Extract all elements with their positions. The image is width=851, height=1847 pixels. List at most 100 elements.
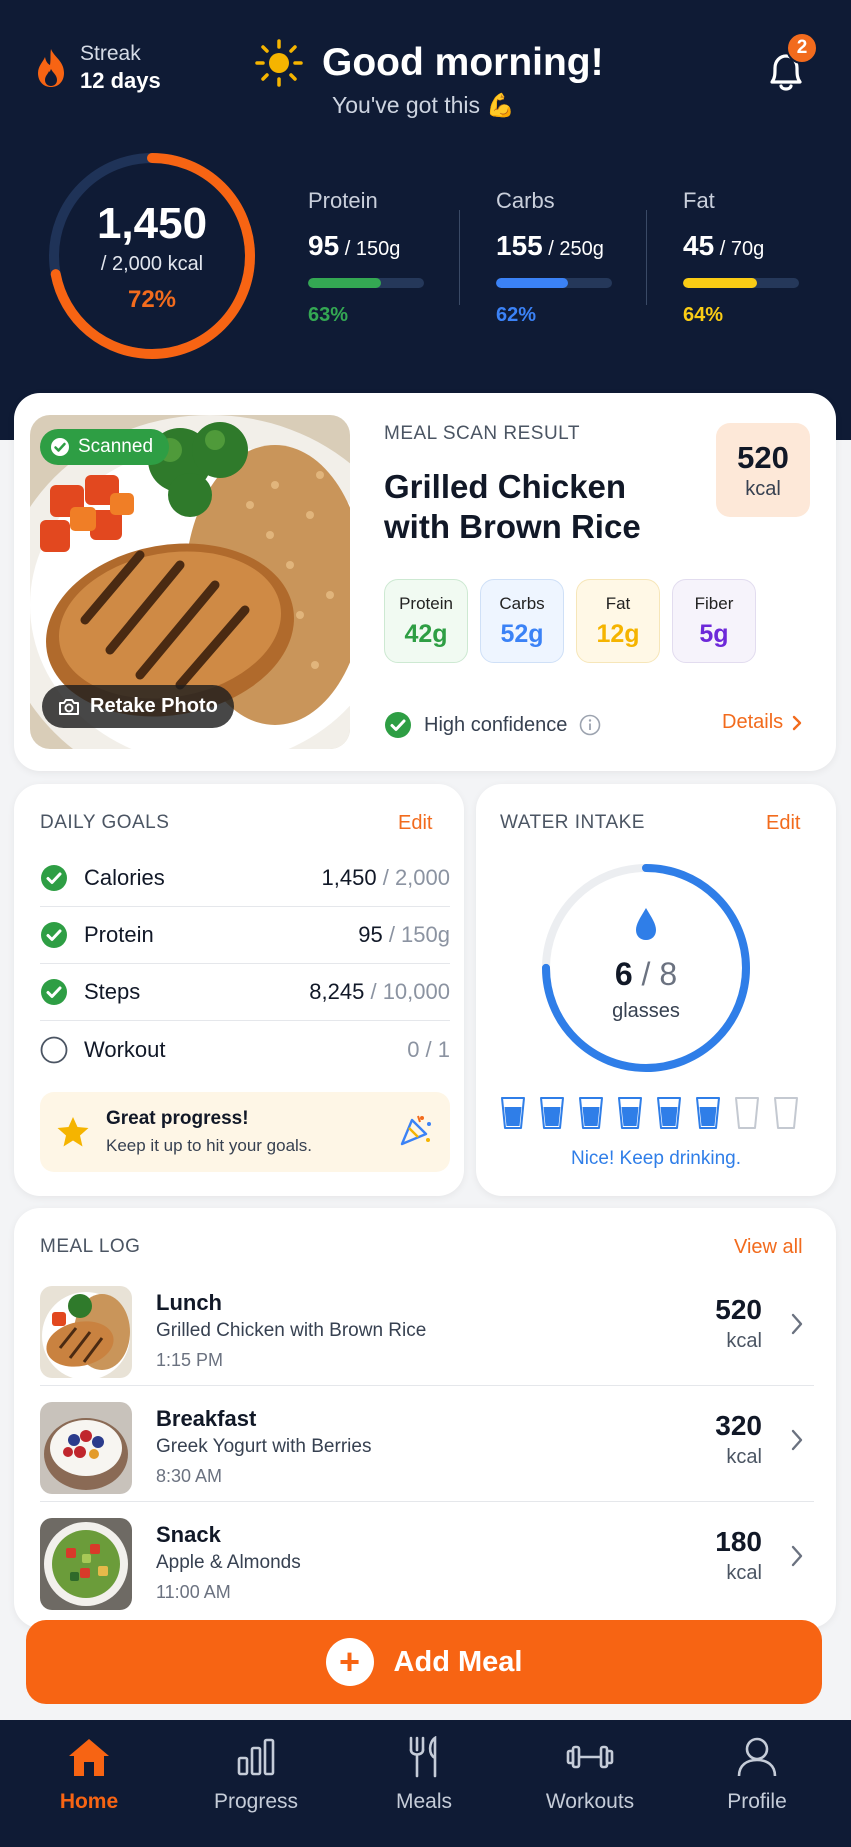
meal-kcal: 520 kcal [715, 1294, 762, 1352]
macro-protein: Protein 95 / 150g 63% [308, 188, 424, 327]
goal-name: Calories [84, 865, 165, 890]
scan-section-label: MEAL SCAN RESULT [384, 423, 580, 444]
daily-goals-card: DAILY GOALS Edit Calories 1,450 / 2,000 … [14, 784, 464, 1196]
glass-full-icon[interactable] [539, 1096, 565, 1130]
greeting-subtitle: You've got this 💪 [332, 92, 516, 118]
goal-row-steps[interactable]: Steps 8,245 / 10,000 [40, 964, 450, 1021]
greeting-title: Good morning! [322, 41, 604, 84]
water-unit: glasses [612, 1000, 680, 1022]
water-message: Nice! Keep drinking. [570, 1148, 742, 1169]
camera-icon [59, 698, 79, 715]
scanned-label: Scanned [78, 436, 154, 457]
nutrient-value: 12g [596, 619, 640, 648]
chevron-right-icon [791, 1313, 803, 1335]
calorie-summary: 1,450 / 2,000 kcal 72% [46, 150, 258, 362]
meal-thumbnail [40, 1402, 132, 1494]
macro-percent: 62% [496, 304, 537, 326]
macro-progress-bar [683, 278, 799, 288]
nutrient-value: 5g [699, 619, 729, 648]
streak-value: 12 days [80, 68, 161, 93]
nutrient-carbs: Carbs 52g [480, 579, 564, 663]
goal-row-protein[interactable]: Protein 95 / 150g [40, 907, 450, 964]
meal-log-label: MEAL LOG [40, 1236, 141, 1257]
meal-title: Snack [156, 1522, 221, 1547]
meal-thumbnail [40, 1518, 132, 1610]
macro-percent: 63% [308, 304, 349, 326]
glass-full-icon[interactable] [500, 1096, 526, 1130]
meal-log-item[interactable]: Snack Apple & Almonds 11:00 AM 180 kcal [40, 1502, 814, 1618]
goal-value: 1,450 / 2,000 [321, 865, 450, 890]
chevron-right-icon [791, 1429, 803, 1451]
user-icon [737, 1737, 777, 1777]
nutrient-value: 42g [404, 619, 448, 648]
meal-thumbnail [40, 1286, 132, 1378]
tab-progress[interactable]: Progress [191, 1736, 321, 1814]
meal-time: 11:00 AM [156, 1582, 231, 1602]
meal-description: Grilled Chicken with Brown Rice [156, 1320, 427, 1341]
nutrient-fat: Fat 12g [576, 579, 660, 663]
glass-empty-icon[interactable] [773, 1096, 799, 1130]
macro-value: 45 / 70g [683, 230, 765, 261]
dumbbell-icon [566, 1745, 614, 1769]
check-circle-icon [41, 979, 67, 1005]
fork-knife-icon [409, 1736, 437, 1778]
water-intake-card: WATER INTAKE Edit 6 / 8 glasses Nice! Ke… [476, 784, 836, 1196]
macro-name: Carbs [496, 188, 555, 213]
goals-section-label: DAILY GOALS [40, 812, 170, 833]
meal-kcal-box: 520 kcal [716, 423, 810, 517]
glass-full-icon[interactable] [617, 1096, 643, 1130]
goal-name: Protein [84, 922, 154, 947]
goal-row-calories[interactable]: Calories 1,450 / 2,000 [40, 850, 450, 907]
meal-log-item[interactable]: Breakfast Greek Yogurt with Berries 8:30… [40, 1386, 814, 1502]
glass-full-icon[interactable] [656, 1096, 682, 1130]
goals-edit-button[interactable]: Edit [398, 812, 432, 835]
tab-label: Profile [727, 1790, 787, 1813]
meal-title: Lunch [156, 1290, 222, 1315]
details-label: Details [722, 711, 784, 733]
calories-percent: 72% [127, 285, 177, 313]
details-link[interactable]: Details [722, 711, 803, 734]
streak-widget[interactable]: Streak 12 days [34, 42, 161, 94]
glass-full-icon[interactable] [578, 1096, 604, 1130]
notification-badge: 2 [786, 32, 818, 64]
tab-workouts[interactable]: Workouts [525, 1736, 655, 1814]
nutrient-fiber: Fiber 5g [672, 579, 756, 663]
macro-progress-fill [308, 278, 382, 288]
progress-tip: Great progress! Keep it up to hit your g… [40, 1092, 450, 1172]
meal-title: Breakfast [156, 1406, 257, 1431]
retake-photo-button[interactable]: Retake Photo [42, 685, 234, 728]
macro-value: 95 / 150g [308, 230, 401, 261]
nutrient-name: Fat [605, 593, 631, 613]
glasses-row[interactable] [500, 1096, 799, 1130]
water-edit-button[interactable]: Edit [766, 812, 800, 835]
home-icon [69, 1739, 109, 1776]
meal-scan-card[interactable]: Scanned Retake Photo MEAL SCAN RESULT Gr… [14, 393, 836, 771]
nutrient-value: 52g [500, 619, 544, 648]
plus-icon: + [325, 1638, 374, 1686]
view-all-link[interactable]: View all [734, 1236, 803, 1259]
summary-header: Streak 12 days Good morning! You've got … [0, 0, 851, 440]
bottom-tab-bar: Home Progress Meals Workouts Profile [0, 1720, 851, 1847]
macro-progress-fill [496, 278, 568, 288]
goal-value: 8,245 / 10,000 [309, 979, 450, 1004]
tab-profile[interactable]: Profile [692, 1736, 822, 1814]
info-icon[interactable] [579, 714, 601, 736]
tab-meals[interactable]: Meals [359, 1736, 489, 1814]
confidence-label: High confidence [424, 713, 568, 736]
goal-row-workout[interactable]: Workout 0 / 1 [40, 1021, 450, 1078]
tab-home[interactable]: Home [24, 1736, 154, 1814]
add-meal-button[interactable]: + Add Meal [26, 1620, 822, 1704]
macro-name: Fat [683, 188, 715, 213]
retake-label: Retake Photo [90, 695, 218, 717]
meal-kcal: 320 kcal [715, 1410, 762, 1468]
glass-full-icon[interactable] [695, 1096, 721, 1130]
macro-fat: Fat 45 / 70g 64% [683, 188, 799, 327]
meal-log-item[interactable]: Lunch Grilled Chicken with Brown Rice 1:… [40, 1270, 814, 1386]
water-section-label: WATER INTAKE [500, 812, 645, 833]
glass-empty-icon[interactable] [734, 1096, 760, 1130]
chevron-right-icon [791, 1545, 803, 1567]
check-circle-icon [41, 922, 67, 948]
goal-value: 0 / 1 [407, 1036, 450, 1062]
add-meal-label: Add Meal [393, 1645, 523, 1678]
macro-percent: 64% [683, 304, 724, 326]
